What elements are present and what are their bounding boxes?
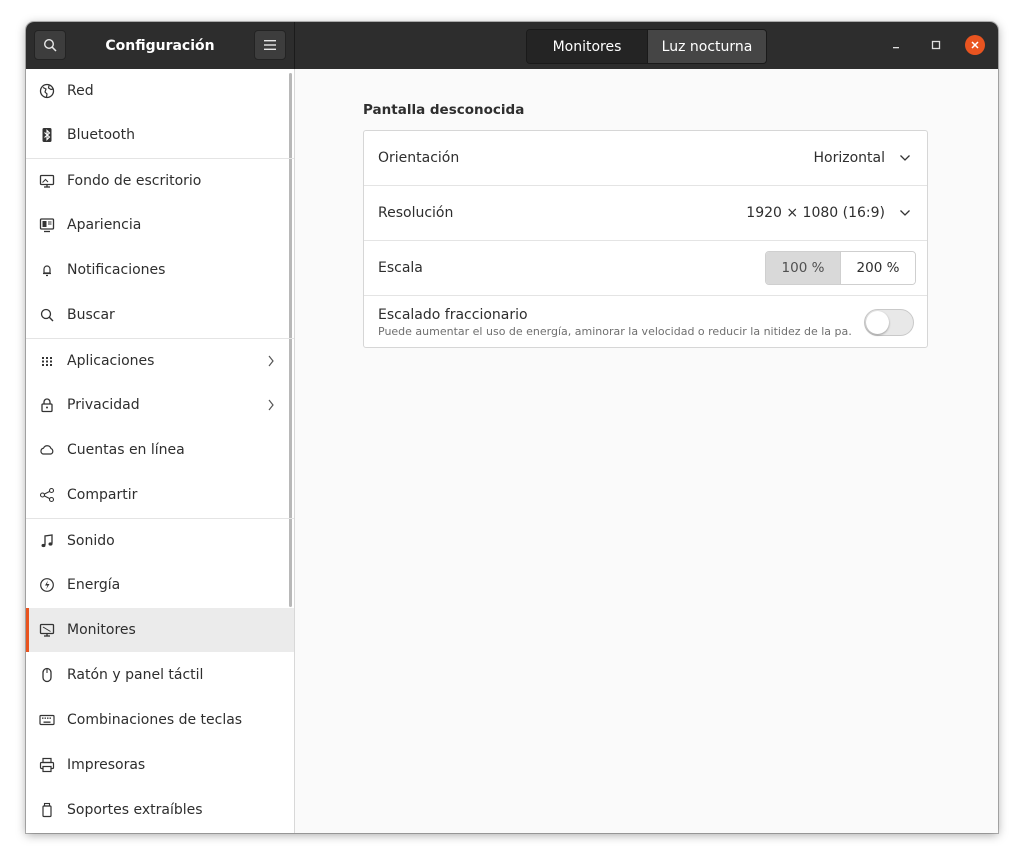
chevron-right-icon — [268, 355, 274, 367]
display-name-heading: Pantalla desconocida — [363, 102, 525, 118]
sidebar-item-label: Monitores — [67, 622, 136, 638]
sidebar-item-label: Combinaciones de teclas — [67, 712, 243, 728]
scale-100-button[interactable]: 100 % — [766, 252, 840, 284]
sidebar: Red Bluetooth Fondo de escritorio Aparie… — [26, 69, 295, 833]
fractional-scaling-description: Puede aumentar el uso de energía, aminor… — [378, 325, 853, 338]
hamburger-menu-icon — [264, 40, 276, 50]
printer-icon — [39, 757, 55, 773]
share-icon — [39, 487, 55, 503]
globe-icon — [39, 83, 55, 99]
music-note-icon — [39, 533, 55, 549]
sidebar-item-raton-y-panel-tactil[interactable]: Ratón y panel táctil — [26, 653, 294, 697]
sidebar-item-aplicaciones[interactable]: Aplicaciones — [26, 338, 294, 382]
sidebar-item-monitores[interactable]: Monitores — [26, 608, 294, 652]
display-icon — [39, 622, 55, 638]
sidebar-header: Configuración — [26, 22, 295, 69]
scale-row: Escala 100 % 200 % — [364, 240, 927, 295]
fractional-scaling-row: Escalado fraccionario Puede aumentar el … — [364, 295, 927, 347]
sidebar-item-label: Bluetooth — [67, 127, 135, 143]
keyboard-icon — [39, 712, 55, 728]
fractional-scaling-title: Escalado fraccionario — [378, 307, 528, 323]
orientation-value: Horizontal — [813, 150, 885, 166]
sidebar-item-label: Red — [67, 83, 94, 99]
scale-label: Escala — [378, 260, 423, 276]
cloud-icon — [39, 442, 55, 458]
search-button[interactable] — [34, 30, 66, 60]
tab-monitores[interactable]: Monitores — [527, 30, 647, 63]
sidebar-item-label: Energía — [67, 577, 121, 593]
bluetooth-icon — [39, 127, 55, 143]
sidebar-item-buscar[interactable]: Buscar — [26, 293, 294, 337]
mouse-icon — [39, 667, 55, 683]
chevron-down-icon — [900, 155, 910, 161]
search-icon — [39, 307, 55, 323]
header-bar: Configuración Monitores Luz nocturna — [26, 22, 998, 69]
close-button[interactable] — [965, 35, 985, 55]
power-icon — [39, 577, 55, 593]
displays-panel: Pantalla desconocida Orientación Horizon… — [295, 69, 998, 833]
sidebar-item-red[interactable]: Red — [26, 69, 294, 113]
close-icon — [971, 41, 979, 49]
orientation-label: Orientación — [378, 150, 460, 166]
orientation-row[interactable]: Orientación Horizontal — [364, 131, 927, 185]
maximize-icon — [931, 40, 941, 50]
sidebar-item-label: Fondo de escritorio — [67, 172, 202, 189]
sidebar-item-label: Ratón y panel táctil — [67, 667, 204, 683]
sidebar-item-energia[interactable]: Energía — [26, 563, 294, 607]
sidebar-item-label: Aplicaciones — [67, 352, 155, 369]
sidebar-item-apariencia[interactable]: Apariencia — [26, 203, 294, 247]
scale-options: 100 % 200 % — [765, 251, 916, 285]
toggle-knob — [866, 311, 889, 334]
sidebar-item-label: Cuentas en línea — [67, 442, 185, 458]
minimize-icon — [893, 47, 899, 49]
resolution-value: 1920 × 1080 (16:9) — [746, 205, 885, 221]
sidebar-item-label: Apariencia — [67, 217, 142, 233]
sidebar-item-label: Sonido — [67, 532, 115, 549]
sidebar-item-compartir[interactable]: Compartir — [26, 473, 294, 517]
resolution-label: Resolución — [378, 205, 454, 221]
resolution-row[interactable]: Resolución 1920 × 1080 (16:9) — [364, 185, 927, 240]
fractional-scaling-toggle[interactable] — [864, 309, 914, 336]
menu-button[interactable] — [254, 30, 286, 60]
desktop-background-icon — [39, 173, 55, 189]
scale-200-button[interactable]: 200 % — [840, 252, 915, 284]
chevron-right-icon — [268, 399, 274, 411]
view-switcher: Monitores Luz nocturna — [526, 29, 767, 64]
sidebar-item-fondo-de-escritorio[interactable]: Fondo de escritorio — [26, 158, 294, 202]
sidebar-item-privacidad[interactable]: Privacidad — [26, 383, 294, 427]
appearance-icon — [39, 217, 55, 233]
sidebar-item-label: Notificaciones — [67, 262, 166, 278]
sidebar-item-cuentas-en-linea[interactable]: Cuentas en línea — [26, 428, 294, 472]
display-settings-list: Orientación Horizontal Resolución 1920 ×… — [363, 130, 928, 348]
chevron-down-icon — [900, 210, 910, 216]
sidebar-item-label: Privacidad — [67, 397, 140, 413]
minimize-button[interactable] — [886, 35, 906, 55]
bell-icon — [39, 262, 55, 278]
sidebar-item-label: Impresoras — [67, 757, 146, 773]
sidebar-item-label: Soportes extraíbles — [67, 802, 203, 818]
sidebar-item-impresoras[interactable]: Impresoras — [26, 743, 294, 787]
sidebar-item-soportes-extraibles[interactable]: Soportes extraíbles — [26, 788, 294, 832]
sidebar-item-label: Buscar — [67, 307, 115, 323]
lock-icon — [39, 397, 55, 413]
tab-luz-nocturna[interactable]: Luz nocturna — [647, 30, 766, 63]
removable-media-icon — [39, 802, 55, 818]
sidebar-item-label: Compartir — [67, 487, 138, 503]
sidebar-item-notificaciones[interactable]: Notificaciones — [26, 248, 294, 292]
grid-icon — [39, 353, 55, 369]
settings-window: Configuración Monitores Luz nocturna Red… — [26, 22, 998, 833]
sidebar-item-combinaciones-de-teclas[interactable]: Combinaciones de teclas — [26, 698, 294, 742]
search-icon — [43, 38, 57, 52]
sidebar-item-bluetooth[interactable]: Bluetooth — [26, 113, 294, 157]
maximize-button[interactable] — [926, 35, 946, 55]
app-title: Configuración — [105, 37, 215, 54]
sidebar-item-sonido[interactable]: Sonido — [26, 518, 294, 562]
